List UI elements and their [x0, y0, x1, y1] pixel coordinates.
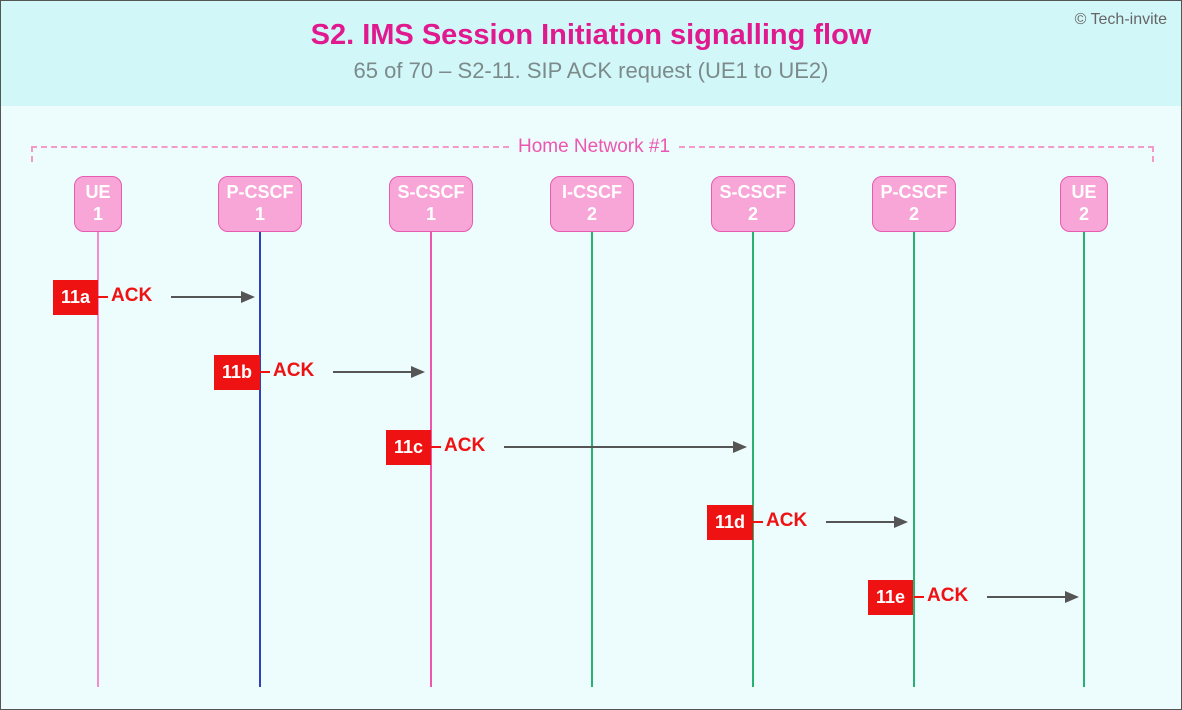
msg-11d-label: ACK: [766, 510, 807, 532]
copyright-text: © Tech-invite: [1075, 11, 1167, 29]
node-pcscf1: P-CSCF 1: [218, 176, 302, 232]
step-11e-tick: [914, 596, 924, 598]
node-scscf2: S-CSCF 2: [711, 176, 795, 232]
network-bracket-left: [31, 146, 509, 148]
node-ue2-line1: UE: [1061, 182, 1107, 204]
node-ue2-line2: 2: [1061, 204, 1107, 226]
network-bracket-left-end: [31, 146, 33, 162]
network-bracket-right-end: [1152, 146, 1154, 162]
step-11c-tick: [431, 446, 441, 448]
step-11b: 11b: [214, 355, 260, 390]
lifeline-pcscf1: [259, 232, 261, 687]
node-pcscf1-line2: 1: [219, 204, 301, 226]
step-11a: 11a: [53, 280, 98, 315]
header: © Tech-invite S2. IMS Session Initiation…: [1, 1, 1181, 106]
arrow-11d: [826, 521, 906, 523]
step-11c: 11c: [386, 430, 431, 465]
node-pcscf2-line2: 2: [873, 204, 955, 226]
diagram-title: S2. IMS Session Initiation signalling fl…: [1, 1, 1181, 52]
arrow-11b: [333, 371, 423, 373]
msg-11a-label: ACK: [111, 285, 152, 307]
arrow-11a: [171, 296, 253, 298]
node-scscf1-line1: S-CSCF: [390, 182, 472, 204]
node-scscf2-line1: S-CSCF: [712, 182, 794, 204]
network-bracket-right: [679, 146, 1154, 148]
lifeline-pcscf2: [913, 232, 915, 687]
diagram-frame: © Tech-invite S2. IMS Session Initiation…: [0, 0, 1182, 710]
lifeline-icscf2: [591, 232, 593, 687]
node-pcscf1-line1: P-CSCF: [219, 182, 301, 204]
node-scscf1: S-CSCF 1: [389, 176, 473, 232]
diagram-body: Home Network #1 UE 1 P-CSCF 1 S-CSCF 1 I…: [1, 106, 1181, 709]
network-label: Home Network #1: [509, 136, 679, 158]
step-11b-tick: [260, 371, 270, 373]
diagram-subtitle: 65 of 70 – S2-11. SIP ACK request (UE1 t…: [1, 52, 1181, 84]
arrow-11c: [504, 446, 745, 448]
arrow-11e: [987, 596, 1077, 598]
node-icscf2: I-CSCF 2: [550, 176, 634, 232]
step-11a-tick: [98, 296, 108, 298]
lifeline-scscf2: [752, 232, 754, 687]
node-ue2: UE 2: [1060, 176, 1108, 232]
node-ue1: UE 1: [74, 176, 122, 232]
node-icscf2-line1: I-CSCF: [551, 182, 633, 204]
node-pcscf2: P-CSCF 2: [872, 176, 956, 232]
node-pcscf2-line1: P-CSCF: [873, 182, 955, 204]
node-scscf1-line2: 1: [390, 204, 472, 226]
msg-11e-label: ACK: [927, 585, 968, 607]
step-11d: 11d: [707, 505, 753, 540]
step-11d-tick: [753, 521, 763, 523]
step-11e: 11e: [868, 580, 913, 615]
msg-11c-label: ACK: [444, 435, 485, 457]
node-ue1-line2: 1: [75, 204, 121, 226]
lifeline-ue2: [1083, 232, 1085, 687]
node-ue1-line1: UE: [75, 182, 121, 204]
node-scscf2-line2: 2: [712, 204, 794, 226]
node-icscf2-line2: 2: [551, 204, 633, 226]
msg-11b-label: ACK: [273, 360, 314, 382]
